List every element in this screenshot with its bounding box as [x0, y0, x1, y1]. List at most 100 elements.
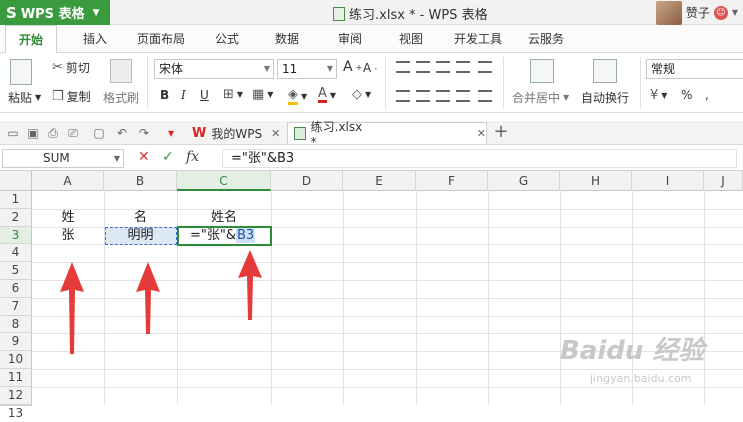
chevron-down-icon[interactable]: ▼ — [732, 8, 738, 17]
format-painter-button[interactable]: 格式刷 — [103, 89, 139, 106]
close-icon[interactable]: ✕ — [271, 127, 280, 140]
align-bottom-icon[interactable] — [436, 61, 450, 73]
tab-formulas[interactable]: 公式 — [205, 25, 249, 53]
distributed-icon[interactable] — [478, 90, 492, 102]
column-header-j[interactable]: J — [704, 171, 743, 191]
cell-a3[interactable]: 张 — [32, 227, 104, 244]
row-header-5[interactable]: 5 — [0, 262, 32, 280]
formula-input[interactable]: ="张"&B3 — [222, 149, 737, 168]
row-header-1[interactable]: 1 — [0, 191, 32, 209]
align-top-icon[interactable] — [396, 61, 410, 73]
insert-function-icon[interactable]: fx — [186, 149, 199, 165]
wrap-text-icon[interactable] — [593, 59, 617, 83]
column-header-e[interactable]: E — [343, 171, 416, 191]
decrease-font-button[interactable]: A- — [363, 61, 377, 75]
increase-font-button[interactable]: A + — [343, 59, 362, 75]
italic-button[interactable]: I — [181, 88, 186, 102]
column-header-d[interactable]: D — [271, 171, 343, 191]
font-name-select[interactable]: 宋体 ▼ — [154, 59, 274, 79]
justify-icon[interactable] — [456, 90, 470, 102]
tab-cloud[interactable]: 云服务 — [520, 25, 572, 53]
percent-button[interactable]: % — [681, 88, 692, 102]
column-header-a[interactable]: A — [32, 171, 104, 191]
chevron-down-icon: ▼ — [365, 90, 372, 99]
cell-a2[interactable]: 姓 — [32, 209, 104, 226]
row-header-7[interactable]: 7 — [0, 297, 32, 316]
select-all-corner[interactable] — [0, 171, 32, 191]
tab-home[interactable]: 开始 — [5, 25, 57, 54]
row-header-13[interactable]: 13 — [0, 404, 32, 420]
doc-tab-practice[interactable]: 练习.xlsx * ✕ — [287, 120, 487, 149]
row-header-2[interactable]: 2 — [0, 208, 32, 227]
column-header-h[interactable]: H — [560, 171, 632, 191]
close-icon[interactable]: ✕ — [477, 127, 486, 140]
undo-icon[interactable]: ↶ — [115, 126, 129, 140]
paste-button[interactable]: 粘贴 ▼ — [8, 89, 41, 106]
font-size-select[interactable]: 11 ▼ — [277, 59, 337, 79]
preview-icon[interactable]: ▢ — [92, 126, 106, 140]
column-header-f[interactable]: F — [416, 171, 488, 191]
fill-color-button[interactable]: ◈ ▼ — [288, 87, 307, 105]
row-header-6[interactable]: 6 — [0, 280, 32, 298]
print-preview-icon[interactable]: ⎙ — [46, 126, 60, 140]
new-tab-icon[interactable]: + — [493, 123, 509, 141]
align-right-icon[interactable] — [436, 90, 450, 102]
app-menu-button[interactable]: S WPS 表格 ▼ — [0, 0, 110, 25]
row-header-11[interactable]: 11 — [0, 369, 32, 387]
cell-c3-editing[interactable]: ="张"&B3 — [190, 227, 256, 244]
customize-icon[interactable]: ▾ — [164, 126, 178, 140]
borders-button[interactable]: ⊞ ▼ — [223, 87, 243, 102]
redo-icon[interactable]: ↷ — [137, 126, 151, 140]
spreadsheet-grid[interactable]: A B C D E F G H I J 1 2 3 4 5 6 7 8 9 10… — [0, 171, 743, 420]
tab-insert[interactable]: 插入 — [73, 25, 117, 53]
align-middle-icon[interactable] — [416, 61, 430, 73]
tab-data[interactable]: 数据 — [265, 25, 309, 53]
save-icon[interactable]: ▣ — [26, 126, 40, 140]
wrap-text-button[interactable]: 自动换行 — [581, 89, 629, 106]
cut-button[interactable]: ✂ 剪切 — [52, 59, 90, 76]
row-header-9[interactable]: 9 — [0, 333, 32, 352]
avatar[interactable] — [655, 0, 682, 25]
currency-button[interactable]: ¥ ▼ — [650, 88, 667, 103]
cancel-icon[interactable]: ✕ — [138, 149, 150, 165]
number-format-select[interactable]: 常规 — [646, 59, 743, 79]
column-header-g[interactable]: G — [488, 171, 560, 191]
user-name[interactable]: 赞子 — [686, 4, 710, 21]
font-color-button[interactable]: A ▼ — [318, 87, 336, 103]
orientation-icon[interactable] — [456, 61, 470, 73]
tab-review[interactable]: 审阅 — [328, 25, 372, 53]
confirm-icon[interactable]: ✓ — [162, 149, 174, 165]
cell-c2[interactable]: 姓名 — [177, 209, 271, 226]
copy-button[interactable]: ❐ 复制 — [52, 88, 91, 105]
clear-format-button[interactable]: ◇ ▼ — [352, 87, 371, 102]
row-header-8[interactable]: 8 — [0, 315, 32, 334]
merge-center-button[interactable]: 合并居中 ▼ — [512, 89, 569, 106]
paste-icon[interactable] — [10, 59, 32, 85]
name-box[interactable]: SUM ▼ — [2, 149, 124, 168]
spreadsheet-file-icon — [294, 127, 306, 140]
row-header-12[interactable]: 12 — [0, 386, 32, 405]
bold-button[interactable]: B — [160, 88, 169, 102]
cell-b3[interactable]: 明明 — [104, 227, 177, 244]
indent-icon[interactable] — [478, 61, 492, 73]
tab-developer[interactable]: 开发工具 — [447, 25, 509, 53]
thousands-button[interactable]: , — [705, 88, 709, 102]
cell-b2[interactable]: 名 — [104, 209, 177, 226]
align-center-icon[interactable] — [416, 90, 430, 102]
column-header-c[interactable]: C — [177, 171, 271, 191]
underline-button[interactable]: U — [200, 88, 209, 102]
user-area[interactable]: 赞子 ☺ ▼ — [655, 0, 738, 25]
column-header-b[interactable]: B — [104, 171, 177, 191]
column-header-i[interactable]: I — [632, 171, 704, 191]
tab-page-layout[interactable]: 页面布局 — [130, 25, 192, 53]
doc-tab-my-wps[interactable]: W 我的WPS ✕ — [186, 122, 284, 144]
row-header-10[interactable]: 10 — [0, 351, 32, 369]
row-header-3[interactable]: 3 — [0, 226, 32, 245]
row-header-4[interactable]: 4 — [0, 244, 32, 263]
print-icon[interactable]: ⎚ — [66, 126, 80, 140]
merge-center-icon[interactable] — [530, 59, 554, 83]
tab-view[interactable]: 视图 — [389, 25, 433, 53]
open-folder-icon[interactable]: ▭ — [6, 126, 20, 140]
cell-style-button[interactable]: ▦ ▼ — [252, 87, 273, 102]
align-left-icon[interactable] — [396, 90, 410, 102]
